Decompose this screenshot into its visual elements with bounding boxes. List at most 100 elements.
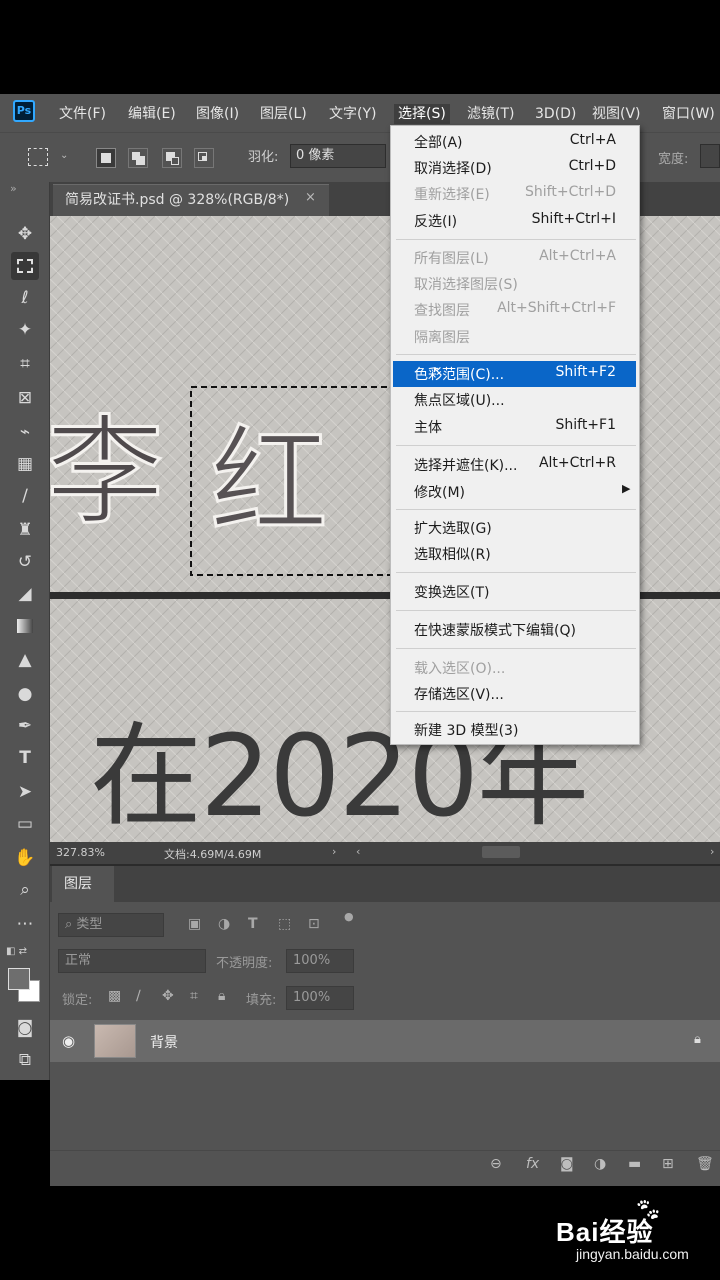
collapse-panel-icon[interactable]: » xyxy=(10,182,17,195)
brush-tool-icon[interactable]: ∕ xyxy=(11,482,39,510)
rectangular-marquee-tool-icon[interactable] xyxy=(11,252,39,280)
menu-file[interactable]: 文件(F) xyxy=(59,104,106,124)
document-tab[interactable]: 简易改证书.psd @ 328%(RGB/8*) xyxy=(53,184,329,216)
menu-view[interactable]: 视图(V) xyxy=(592,104,641,124)
healing-brush-tool-icon[interactable]: ▦ xyxy=(11,450,39,478)
frame-tool-icon[interactable]: ⊠ xyxy=(11,384,39,412)
menu-item-deselect[interactable]: 取消选择(D) xyxy=(414,158,492,178)
document-size[interactable]: 文档:4.69M/4.69M xyxy=(164,846,261,862)
add-to-selection-button[interactable] xyxy=(128,148,148,168)
history-brush-tool-icon[interactable]: ↺ xyxy=(11,548,39,576)
screen-mode-icon[interactable]: ⧉ xyxy=(11,1046,39,1074)
adjustment-layer-icon[interactable]: ◑ xyxy=(594,1156,606,1172)
path-selection-tool-icon[interactable]: ➤ xyxy=(11,778,39,806)
menu-item-all[interactable]: 全部(A) xyxy=(414,132,463,152)
gradient-tool-icon[interactable] xyxy=(11,612,39,640)
crop-tool-icon[interactable]: ⌗ xyxy=(11,350,39,378)
lasso-tool-icon[interactable]: ℓ xyxy=(11,284,39,312)
filter-smart-object-icon[interactable]: ⊡ xyxy=(308,916,320,932)
filter-pixel-icon[interactable]: ▣ xyxy=(188,916,201,932)
menu-item-inverse[interactable]: 反选(I) xyxy=(414,211,457,231)
menu-window[interactable]: 窗口(W) xyxy=(662,104,715,124)
menu-item-new-3d-model[interactable]: 新建 3D 模型(3) xyxy=(414,720,518,740)
menu-item-focus-area[interactable]: 焦点区域(U)... xyxy=(414,390,505,410)
link-layers-icon[interactable]: ⊖ xyxy=(490,1156,502,1172)
opacity-field[interactable]: 100% xyxy=(286,949,354,973)
shortcut-find-layers: Alt+Shift+Ctrl+F xyxy=(497,300,616,316)
menu-separator xyxy=(396,648,636,649)
tab-layers[interactable]: 图层 xyxy=(52,866,114,902)
more-tools-icon[interactable]: ⋯ xyxy=(11,910,39,938)
foreground-color-swatch[interactable] xyxy=(8,968,30,990)
lock-all-icon[interactable]: 🔒︎ xyxy=(218,988,225,1004)
menu-filter[interactable]: 滤镜(T) xyxy=(467,104,514,124)
menu-item-save-selection[interactable]: 存储选区(V)... xyxy=(414,684,504,704)
rectangle-tool-icon[interactable]: ▭ xyxy=(11,810,39,838)
marquee-tool-preset-icon[interactable] xyxy=(28,148,48,166)
subtract-from-selection-button[interactable] xyxy=(162,148,182,168)
quick-mask-icon[interactable]: ◙ xyxy=(11,1014,39,1042)
filter-toggle-icon[interactable]: ● xyxy=(344,910,354,923)
close-tab-icon[interactable]: × xyxy=(305,190,316,205)
lock-image-icon[interactable]: ∕ xyxy=(136,988,141,1004)
zoom-tool-icon[interactable]: ⌕ xyxy=(11,876,39,904)
hand-tool-icon[interactable]: ✋ xyxy=(11,844,39,872)
intersect-selection-button[interactable] xyxy=(194,148,214,168)
pen-tool-icon[interactable]: ✒ xyxy=(11,712,39,740)
new-layer-icon[interactable]: ⊞ xyxy=(662,1156,674,1172)
eyedropper-tool-icon[interactable]: ⌁ xyxy=(11,418,39,446)
eraser-tool-icon[interactable]: ◢ xyxy=(11,580,39,608)
status-bar xyxy=(50,842,720,864)
menu-item-subject[interactable]: 主体 xyxy=(414,417,442,437)
menu-layer[interactable]: 图层(L) xyxy=(260,104,307,124)
scroll-right-icon[interactable]: › xyxy=(710,845,714,858)
menu-select[interactable]: 选择(S) xyxy=(394,104,450,124)
move-tool-icon[interactable]: ✥ xyxy=(11,220,39,248)
feather-input[interactable]: 0 像素 xyxy=(290,144,386,168)
layers-footer xyxy=(50,1150,720,1180)
horizontal-scrollbar[interactable] xyxy=(482,846,520,858)
add-mask-icon[interactable]: ◙ xyxy=(560,1156,574,1172)
lock-transparent-icon[interactable]: ▩ xyxy=(108,988,121,1004)
delete-layer-icon[interactable]: 🗑︎ xyxy=(696,1156,714,1172)
menu-item-transform-selection[interactable]: 变换选区(T) xyxy=(414,582,489,602)
default-colors-icon[interactable]: ◧ ⇄ xyxy=(6,946,27,957)
menu-item-select-and-mask[interactable]: 选择并遮住(K)... xyxy=(414,455,517,475)
new-group-icon[interactable]: ▬ xyxy=(628,1156,641,1172)
fill-field[interactable]: 100% xyxy=(286,986,354,1010)
menu-image[interactable]: 图像(I) xyxy=(196,104,239,124)
blend-mode-select[interactable]: 正常 xyxy=(58,949,206,973)
chevron-down-icon[interactable]: ⌄ xyxy=(60,150,68,161)
lock-artboard-icon[interactable]: ⌗ xyxy=(190,988,198,1004)
zoom-readout[interactable]: 327.83% xyxy=(56,846,105,859)
layer-thumbnail[interactable] xyxy=(94,1024,136,1058)
magic-wand-tool-icon[interactable]: ✦ xyxy=(11,316,39,344)
menu-item-quick-mask[interactable]: 在快速蒙版模式下编辑(Q) xyxy=(414,620,576,640)
menu-3d[interactable]: 3D(D) xyxy=(535,104,576,124)
filter-shape-icon[interactable]: ⬚ xyxy=(278,916,291,932)
menu-item-color-range[interactable]: 色彩范围(C)... xyxy=(414,364,504,384)
eye-icon[interactable]: ◉ xyxy=(62,1032,75,1050)
menu-item-similar[interactable]: 选取相似(R) xyxy=(414,544,491,564)
status-arrow-icon[interactable]: › xyxy=(332,845,336,858)
menu-edit[interactable]: 编辑(E) xyxy=(128,104,176,124)
layer-lock-icon[interactable]: 🔒︎ xyxy=(694,1032,701,1047)
filter-type-icon[interactable]: T xyxy=(248,916,258,932)
new-selection-button[interactable] xyxy=(96,148,116,168)
lock-position-icon[interactable]: ✥ xyxy=(162,988,174,1004)
layer-style-icon[interactable]: fx xyxy=(526,1156,539,1172)
layer-name[interactable]: 背景 xyxy=(150,1032,178,1052)
menu-item-modify[interactable]: 修改(M) xyxy=(414,482,465,502)
width-input[interactable] xyxy=(700,144,720,168)
scroll-left-icon[interactable]: ‹ xyxy=(356,845,360,858)
dodge-tool-icon[interactable]: ● xyxy=(11,680,39,708)
menu-type[interactable]: 文字(Y) xyxy=(329,104,376,124)
menu-item-grow[interactable]: 扩大选取(G) xyxy=(414,518,492,538)
clone-stamp-tool-icon[interactable]: ♜ xyxy=(11,516,39,544)
blur-tool-icon[interactable]: ▲ xyxy=(11,646,39,674)
menu-item-reselect: 重新选择(E) xyxy=(414,187,490,203)
menu-separator xyxy=(396,509,636,510)
filter-adjustment-icon[interactable]: ◑ xyxy=(218,916,230,932)
layer-filter-select[interactable]: ⌕ 类型 xyxy=(58,913,164,937)
type-tool-icon[interactable]: T xyxy=(11,744,39,772)
